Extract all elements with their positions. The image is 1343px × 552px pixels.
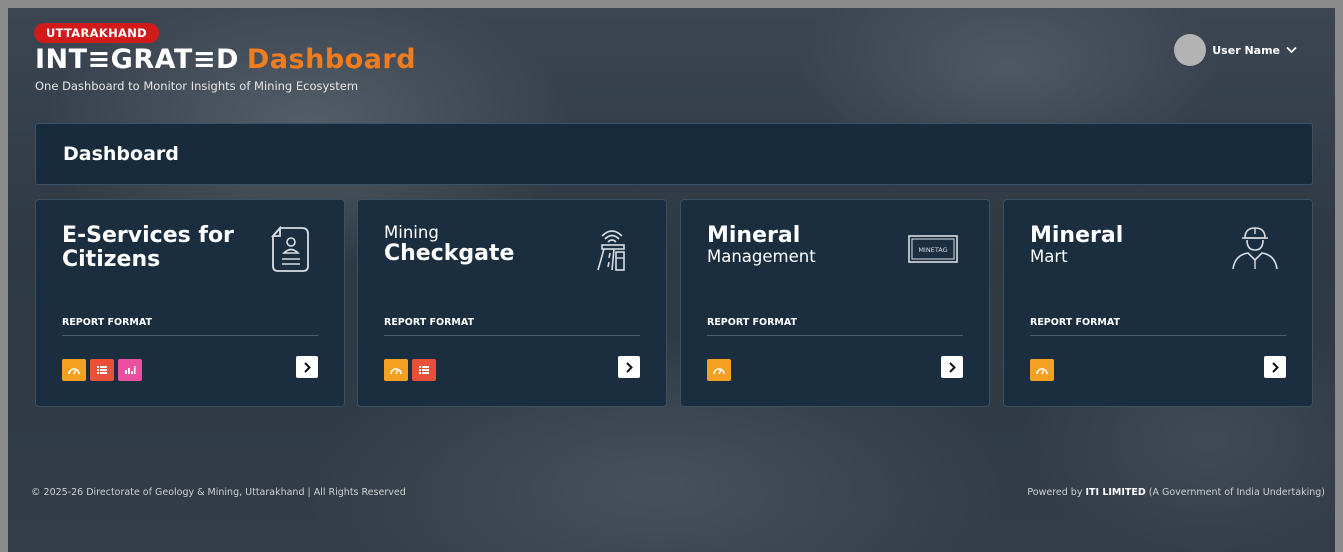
list-icon[interactable] (90, 359, 114, 381)
powered-prefix: Powered by (1027, 487, 1086, 498)
report-format-label: REPORT FORMAT (384, 317, 474, 328)
powered-suffix: (A Government of India Undertaking) (1145, 487, 1325, 498)
card-title: Mineral Mart (1030, 223, 1124, 267)
chevron-right-icon (949, 361, 956, 373)
worker-icon (1228, 222, 1282, 274)
report-icons (707, 359, 731, 381)
footer-powered-by: Powered by ITI LIMITED (A Government of … (1027, 487, 1325, 498)
report-format-label: REPORT FORMAT (707, 317, 797, 328)
card-title-prefix: Mining (384, 223, 439, 242)
avatar[interactable] (1174, 34, 1207, 66)
list-icon[interactable] (412, 359, 436, 381)
chevron-right-icon (626, 361, 633, 373)
open-card-button[interactable] (618, 356, 640, 378)
card-title-line1: Mineral (707, 223, 801, 248)
citizen-document-icon (266, 222, 314, 274)
card-e-services[interactable]: E-Services for Citizens REPORT FORMAT (35, 199, 345, 407)
card-title-line2: Citizens (62, 247, 161, 273)
card-title-line1: Mineral (1030, 223, 1124, 248)
card-title: Mineral Management (707, 223, 816, 267)
open-card-button[interactable] (941, 356, 963, 378)
footer-copyright: © 2025-26 Directorate of Geology & Minin… (31, 487, 406, 498)
report-format-label: REPORT FORMAT (62, 317, 152, 328)
card-mining-checkgate[interactable]: Mining Checkgate REPORT FORMAT (357, 199, 667, 407)
checkgate-icon (588, 222, 636, 274)
card-title-line1: Checkgate (384, 241, 515, 267)
divider (707, 335, 963, 336)
chevron-right-icon (304, 361, 311, 373)
chevron-down-icon[interactable] (1286, 44, 1297, 57)
divider (384, 335, 640, 336)
report-format-label: REPORT FORMAT (1030, 317, 1120, 328)
card-mineral-management[interactable]: Mineral Management MINETAG REPORT FORMAT (680, 199, 990, 407)
brand-accent: Dashboard (246, 44, 417, 75)
dashboard-icon[interactable] (384, 359, 408, 381)
page-title-bar: Dashboard (35, 123, 1313, 185)
card-title-line2: Mart (1030, 247, 1068, 267)
app-frame: UTTARAKHAND INT≡GRAT≡D Dashboard One Dash… (8, 8, 1335, 552)
divider (1030, 335, 1286, 336)
tagline: One Dashboard to Monitor Insights of Min… (35, 79, 359, 93)
card-title: Mining Checkgate (384, 223, 515, 267)
report-icons (1030, 359, 1054, 381)
report-icons (384, 359, 436, 381)
brand-logo: INT≡GRAT≡D Dashboard (35, 46, 416, 73)
chevron-right-icon (1272, 361, 1279, 373)
powered-company[interactable]: ITI LIMITED (1085, 487, 1145, 498)
card-title-line1: E-Services for (62, 223, 234, 248)
card-mineral-mart[interactable]: Mineral Mart REPORT FORMAT (1003, 199, 1313, 407)
brand-main: INT≡GRAT≡D (35, 44, 239, 75)
user-name[interactable]: User Name (1212, 44, 1280, 57)
minetag-label: MINETAG (918, 246, 947, 254)
report-icons (62, 359, 142, 381)
chart-icon[interactable] (118, 359, 142, 381)
dashboard-icon[interactable] (1030, 359, 1054, 381)
user-menu[interactable]: User Name (1174, 34, 1297, 66)
divider (62, 335, 318, 336)
open-card-button[interactable] (296, 356, 318, 378)
page-title: Dashboard (63, 143, 179, 165)
card-title-line2: Management (707, 247, 816, 267)
card-title: E-Services for Citizens (62, 223, 234, 273)
minetag-icon: MINETAG (907, 222, 959, 274)
open-card-button[interactable] (1264, 356, 1286, 378)
dashboard-icon[interactable] (62, 359, 86, 381)
state-badge: UTTARAKHAND (34, 23, 159, 43)
dashboard-icon[interactable] (707, 359, 731, 381)
